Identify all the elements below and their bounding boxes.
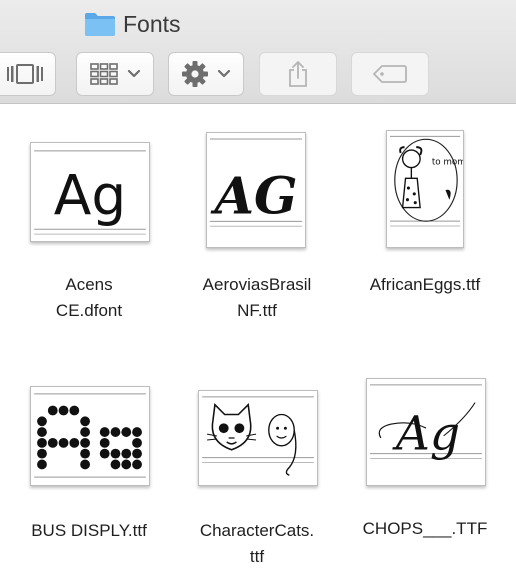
svg-text:Ag: Ag [392, 407, 460, 462]
action-button[interactable] [168, 52, 244, 96]
font-preview-image: to mom [389, 135, 463, 227]
font-preview-image: Ag [370, 384, 482, 462]
folder-icon [84, 11, 116, 37]
file-name-line2: NF.ttf [237, 301, 277, 320]
tags-button[interactable] [351, 52, 429, 96]
font-preview-thumbnail [30, 386, 150, 486]
font-preview-thumbnail: Ag [366, 378, 486, 486]
window-title: Fonts [84, 8, 181, 40]
file-name: CHOPS___.TTF [362, 519, 488, 538]
file-name-line2: ttf [249, 547, 265, 566]
file-item[interactable]: AG AeroviasBrasil NF.ttf [172, 104, 342, 334]
file-name: Acens [65, 275, 113, 294]
file-item[interactable]: Ag Acens CE.dfont [4, 104, 174, 334]
file-item[interactable]: BUS DISPLY.ttf [4, 350, 174, 576]
arrange-button[interactable] [76, 52, 154, 96]
grid-icon [90, 63, 118, 85]
share-button[interactable] [259, 52, 337, 96]
file-item[interactable]: to mom AfricanEggs.ttf [340, 104, 510, 334]
svg-text:Ag: Ag [54, 164, 126, 228]
file-grid: Ag Acens CE.dfont AG AeroviasBrasil NF.t… [0, 104, 516, 576]
file-name-line2: CE.dfont [55, 301, 123, 320]
window-title-text: Fonts [123, 10, 181, 37]
file-name: CharacterCats. [199, 521, 315, 540]
font-preview-image: Ag [34, 150, 146, 235]
font-preview-thumbnail: to mom [386, 130, 464, 248]
font-preview-thumbnail [198, 390, 318, 486]
svg-text:to mom: to mom [432, 158, 463, 168]
cover-flow-view-button[interactable] [0, 52, 56, 96]
font-preview-image: AG [209, 138, 303, 227]
font-preview-thumbnail: Ag [30, 142, 150, 242]
font-preview-thumbnail: AG [206, 132, 306, 248]
svg-text:AG: AG [210, 167, 297, 227]
font-preview-image [34, 393, 146, 478]
file-item[interactable]: Ag CHOPS___.TTF [340, 350, 510, 576]
share-icon [289, 61, 307, 87]
window-toolbar: Fonts [0, 0, 516, 104]
chevron-down-icon [127, 69, 141, 78]
font-preview-image [202, 396, 314, 476]
file-item[interactable]: CharacterCats. ttf [172, 350, 342, 576]
file-name: AeroviasBrasil [202, 275, 312, 294]
file-name: AfricanEggs.ttf [369, 275, 481, 294]
gear-icon [182, 61, 208, 87]
file-name: BUS DISPLY.ttf [31, 521, 147, 540]
chevron-down-icon [217, 69, 231, 78]
cover-flow-icon [7, 64, 43, 84]
tag-icon [373, 65, 407, 83]
